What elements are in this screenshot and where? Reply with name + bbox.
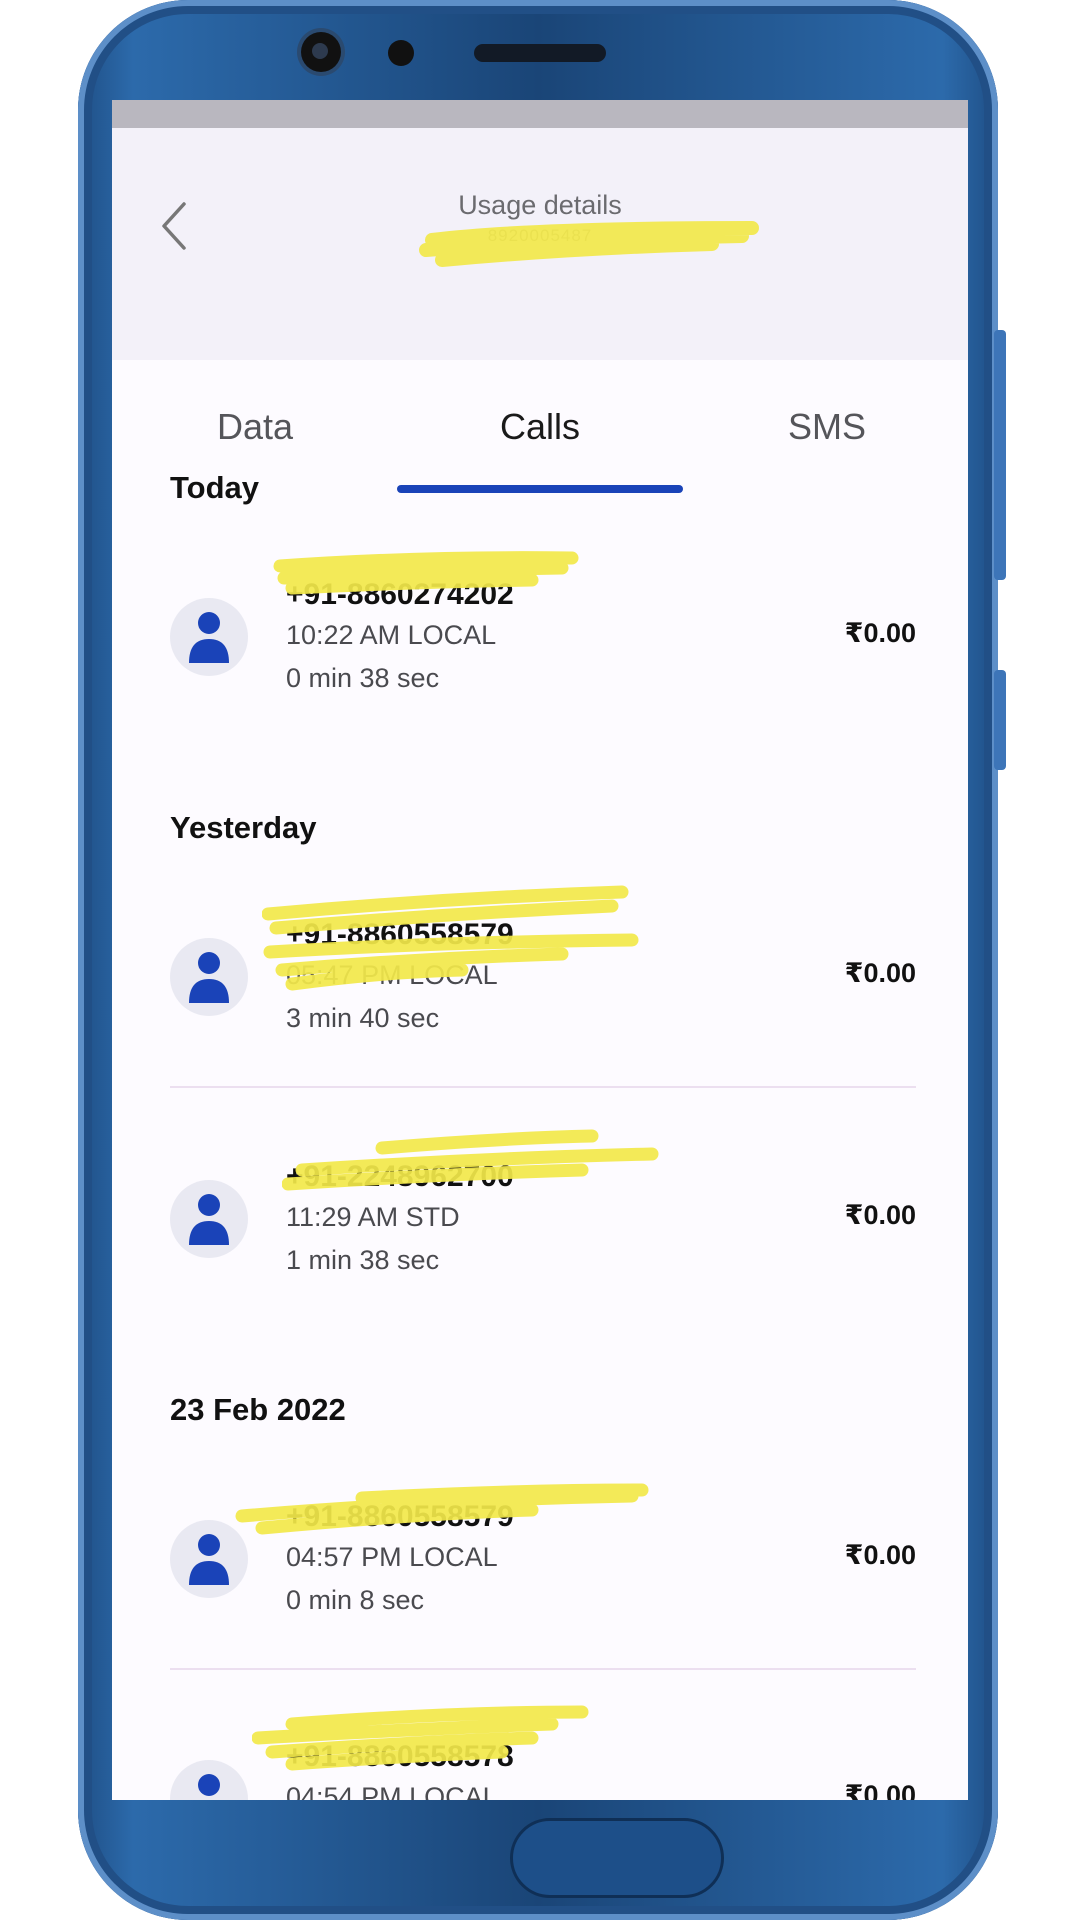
active-tab-indicator: [397, 485, 683, 493]
avatar: [170, 1180, 248, 1258]
proximity-sensor: [388, 40, 414, 66]
call-duration: 0 min 38 sec: [286, 663, 440, 693]
account-number: 8920005487: [487, 226, 593, 245]
avatar: [170, 1760, 248, 1800]
call-cost: ₹0.00: [844, 1540, 916, 1570]
section-title-date: 23 Feb 2022: [170, 1392, 346, 1427]
call-cost: ₹0.00: [844, 1780, 916, 1800]
earpiece-speaker: [474, 44, 606, 62]
section-title-yesterday: Yesterday: [170, 810, 317, 845]
call-cost: ₹0.00: [844, 618, 916, 648]
call-row[interactable]: +91-8860558579 04:57 PM LOCAL 0 min 8 se…: [170, 1500, 916, 1650]
call-duration: 1 min 38 sec: [286, 1245, 440, 1275]
caller-number: +91-8860558579: [286, 1500, 514, 1533]
avatar: [170, 598, 248, 676]
app-header: Usage details 8920005487: [112, 128, 968, 360]
call-time: 04:54 PM LOCAL: [286, 1782, 498, 1800]
front-camera-icon: [301, 32, 341, 72]
tab-sms[interactable]: SMS: [727, 406, 927, 448]
call-row[interactable]: +91-2248962700 11:29 AM STD 1 min 38 sec…: [170, 1160, 916, 1310]
person-icon: [189, 952, 229, 1003]
call-time: 11:29 AM STD: [286, 1202, 460, 1232]
call-time: 05:47 PM LOCAL: [286, 960, 498, 990]
power-button[interactable]: [994, 670, 1006, 770]
call-cost: ₹0.00: [844, 958, 916, 988]
section-title-today: Today: [170, 470, 259, 505]
call-duration: 3 min 40 sec: [286, 1003, 440, 1033]
row-divider: [170, 1668, 916, 1670]
tab-calls[interactable]: Calls: [440, 406, 640, 448]
person-icon: [198, 1774, 220, 1796]
call-row[interactable]: +91-8860274202 10:22 AM LOCAL 0 min 38 s…: [170, 578, 916, 728]
tab-data[interactable]: Data: [155, 406, 355, 448]
call-row[interactable]: +91-8860558578 04:54 PM LOCAL ₹0.00: [170, 1740, 916, 1800]
caller-number: +91-2248962700: [286, 1160, 514, 1193]
caller-number: +91-8860274202: [286, 578, 514, 611]
home-button[interactable]: [510, 1818, 724, 1898]
app-screen: Usage details 8920005487 Data Calls SMS …: [112, 100, 968, 1800]
row-divider: [170, 1086, 916, 1088]
call-time: 04:57 PM LOCAL: [286, 1542, 498, 1572]
avatar: [170, 1520, 248, 1598]
call-cost: ₹0.00: [844, 1200, 916, 1230]
call-time: 10:22 AM LOCAL: [286, 620, 497, 650]
call-row[interactable]: +91-8860558579 05:47 PM LOCAL 3 min 40 s…: [170, 918, 916, 1068]
person-icon: [189, 1534, 229, 1585]
volume-button[interactable]: [994, 330, 1006, 580]
page-title: Usage details: [458, 190, 622, 220]
person-icon: [189, 1194, 229, 1245]
avatar: [170, 938, 248, 1016]
caller-number: +91-8860558578: [286, 1740, 514, 1773]
person-icon: [189, 612, 229, 663]
caller-number: +91-8860558579: [286, 918, 514, 951]
status-bar: [112, 100, 968, 128]
call-duration: 0 min 8 sec: [286, 1585, 425, 1615]
